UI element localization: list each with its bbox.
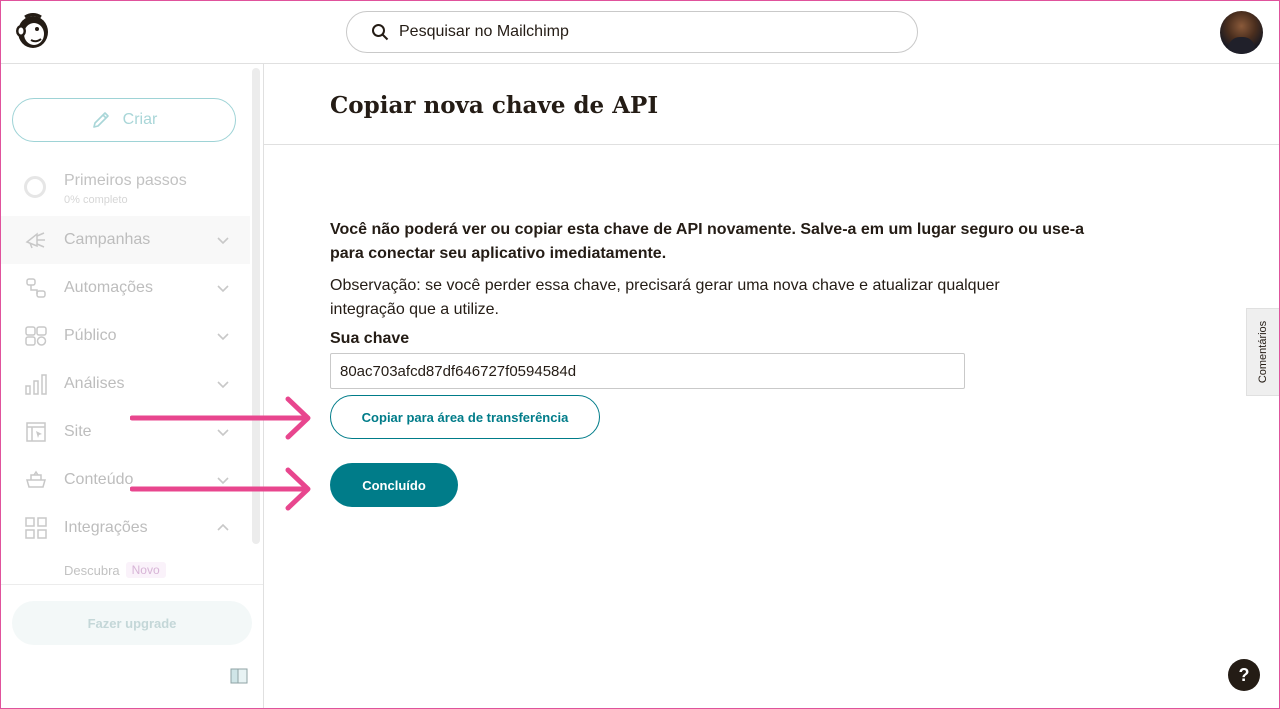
create-button[interactable]: Criar [12, 98, 236, 142]
search-icon [372, 24, 389, 41]
audience-icon [24, 324, 48, 348]
upgrade-button[interactable]: Fazer upgrade [12, 601, 252, 645]
first-steps-item[interactable]: Primeiros passos 0% completo [24, 172, 244, 212]
feedback-tab[interactable]: Comentários [1246, 308, 1280, 396]
page-header: Copiar nova chave de API [264, 64, 1280, 145]
first-steps-progress: 0% completo [64, 194, 128, 206]
top-bar: Pesquisar no Mailchimp [0, 0, 1280, 64]
website-icon [24, 420, 48, 444]
content-icon [24, 468, 48, 492]
key-label: Sua chave [330, 330, 410, 347]
note-text: Observação: se você perder essa chave, p… [330, 277, 1000, 318]
progress-ring-icon [24, 176, 46, 198]
search-bar[interactable]: Pesquisar no Mailchimp [346, 11, 918, 53]
sidebar-subitem-label: Descubra [64, 562, 120, 578]
sidebar-item-label: Público [64, 327, 117, 344]
annotation-arrow-icon [130, 396, 311, 440]
sidebar-item-campaigns[interactable]: Campanhas [0, 216, 250, 264]
warning-text: Você não poderá ver ou copiar esta chave… [330, 221, 1085, 262]
page-title: Copiar nova chave de API [330, 92, 659, 119]
sidebar-item-label: Campanhas [64, 231, 151, 248]
chevron-down-icon [217, 237, 229, 245]
sidebar-item-label: Integrações [64, 519, 148, 536]
sidebar: Criar Primeiros passos 0% completo Campa… [0, 64, 264, 709]
integrations-icon [24, 516, 48, 540]
sidebar-collapse-icon[interactable] [230, 668, 248, 684]
sidebar-subitem-discover[interactable]: Descubra Novo [64, 562, 166, 578]
help-button[interactable]: ? [1228, 659, 1260, 691]
chevron-down-icon [217, 381, 229, 389]
api-key-field[interactable] [330, 353, 965, 389]
megaphone-icon [24, 228, 48, 252]
sidebar-item-automations[interactable]: Automações [0, 264, 250, 312]
sidebar-item-audience[interactable]: Público [0, 312, 250, 360]
new-badge: Novo [125, 562, 166, 578]
analytics-icon [24, 372, 48, 396]
annotation-arrow-icon [130, 467, 311, 511]
chevron-down-icon [217, 333, 229, 341]
first-steps-title: Primeiros passos [64, 172, 187, 189]
pencil-icon [92, 112, 109, 128]
sidebar-item-label: Análises [64, 375, 125, 392]
chevron-up-icon [217, 523, 229, 531]
feedback-tab-label: Comentários [1257, 320, 1270, 384]
automation-icon [24, 276, 48, 300]
user-avatar[interactable] [1220, 11, 1263, 54]
sidebar-divider [0, 584, 263, 585]
search-placeholder[interactable]: Pesquisar no Mailchimp [399, 23, 569, 41]
chevron-down-icon [217, 285, 229, 293]
sidebar-item-integrations[interactable]: Integrações [0, 504, 250, 552]
copy-to-clipboard-button[interactable]: Copiar para área de transferência [330, 395, 600, 439]
sidebar-item-label: Automações [64, 279, 153, 296]
mailchimp-logo-icon[interactable] [13, 11, 53, 51]
done-button[interactable]: Concluído [330, 463, 458, 507]
create-button-label: Criar [122, 111, 158, 128]
